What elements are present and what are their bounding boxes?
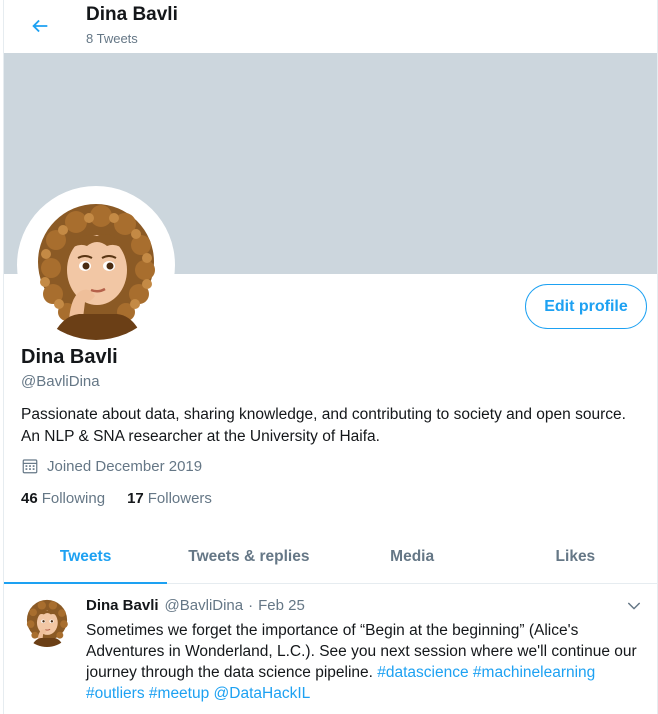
- following-link[interactable]: 46 Following: [21, 490, 105, 507]
- tweet-author-handle[interactable]: @BavliDina: [165, 597, 244, 614]
- following-label: Following: [41, 490, 106, 507]
- back-button[interactable]: [22, 8, 58, 44]
- top-bar: Dina Bavli 8 Tweets: [4, 0, 657, 53]
- tab-tweets[interactable]: Tweets: [4, 530, 168, 584]
- profile-tabs: Tweets Tweets & replies Media Likes: [4, 530, 657, 584]
- tab-tweets-replies[interactable]: Tweets & replies: [167, 530, 330, 583]
- tab-media[interactable]: Media: [331, 530, 494, 583]
- joined-date: Joined December 2019: [21, 457, 202, 475]
- joined-text: Joined December 2019: [47, 457, 203, 475]
- chevron-down-icon[interactable]: [625, 597, 643, 615]
- profile-avatar[interactable]: [17, 186, 175, 344]
- hashtag-machinelearning[interactable]: #machinelearning: [473, 664, 595, 681]
- tweet-author-name[interactable]: Dina Bavli: [86, 597, 159, 614]
- profile-bio: Passionate about data, sharing knowledge…: [21, 406, 626, 445]
- followers-count: 17: [127, 490, 144, 507]
- followers-link[interactable]: 17 Followers: [127, 490, 212, 507]
- arrow-left-icon: [32, 19, 48, 33]
- hashtag-datascience[interactable]: #datascience: [377, 664, 468, 681]
- profile-name: Dina Bavli: [21, 346, 118, 368]
- hashtag-outliers[interactable]: #outliers: [86, 685, 145, 702]
- calendar-icon: [22, 459, 38, 474]
- tweet-date[interactable]: Feb 25: [258, 597, 305, 614]
- tweet-text: Sometimes we forget the importance of “B…: [86, 620, 646, 704]
- tab-likes[interactable]: Likes: [494, 530, 657, 583]
- tweet-header: Dina Bavli @BavliDina · Feb 25: [86, 597, 305, 614]
- header-title: Dina Bavli: [86, 4, 178, 25]
- edit-profile-button[interactable]: Edit profile: [525, 284, 647, 329]
- header-tweet-count: 8 Tweets: [86, 31, 138, 46]
- follow-stats: 46 Following 17 Followers: [21, 490, 234, 507]
- tweet-item[interactable]: Dina Bavli @BavliDina · Feb 25 Sometimes…: [4, 585, 657, 714]
- tweet-avatar[interactable]: [21, 595, 73, 647]
- tweet-separator: ·: [248, 597, 254, 614]
- profile-handle: @BavliDina: [21, 373, 100, 390]
- hashtag-meetup[interactable]: #meetup: [149, 685, 209, 702]
- followers-label: Followers: [147, 490, 212, 507]
- mention-datahackil[interactable]: @DataHackIL: [214, 685, 311, 702]
- following-count: 46: [21, 490, 38, 507]
- profile-page: Dina Bavli 8 Tweets Edit profile Dina Ba…: [3, 0, 658, 714]
- avatar-image: [21, 190, 171, 340]
